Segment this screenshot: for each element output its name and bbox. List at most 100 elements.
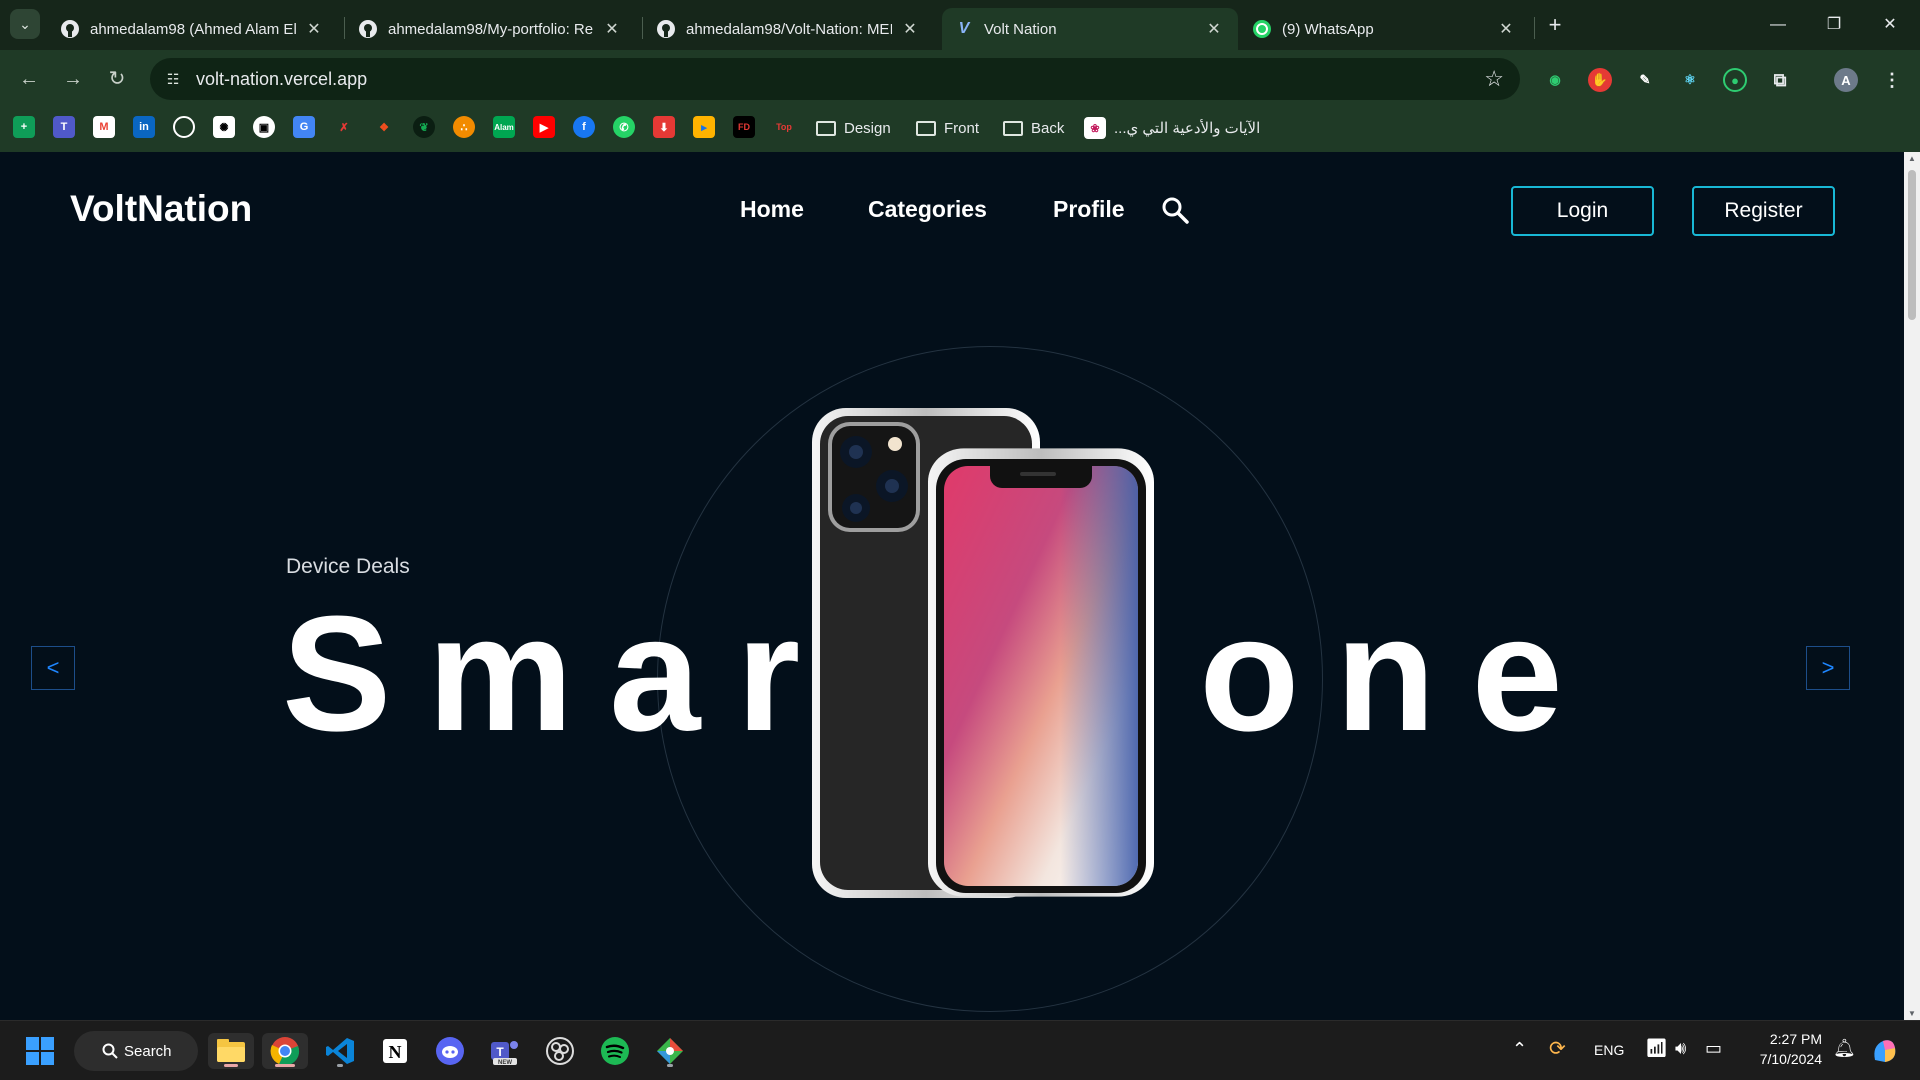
notification-bell-icon[interactable]: 🔔︎ [1833,1038,1856,1059]
tab-separator [642,17,643,39]
site-logo[interactable]: VoltNation [70,188,252,230]
minimize-button[interactable]: — [1750,8,1806,42]
running-indicator [667,1064,673,1067]
wifi-icon[interactable]: 📶︎ [1645,1038,1668,1059]
triangle-bookmark-icon[interactable]: ∴ [453,116,475,138]
site-info-icon[interactable]: ☷ [162,68,184,90]
profile-avatar[interactable]: A [1834,68,1858,92]
folder-label: Front [944,119,980,137]
search-icon[interactable] [1161,196,1189,224]
obs-icon[interactable] [542,1033,578,1069]
facebook-bookmark-icon[interactable]: f [573,116,595,138]
linkedin-bookmark-icon[interactable]: in [133,116,155,138]
close-icon[interactable]: ✕ [1204,19,1224,39]
taskbar-search[interactable]: Search [74,1031,198,1071]
bookmark-folder-back[interactable]: Back [1003,116,1064,140]
vscode-icon[interactable] [322,1033,358,1069]
folder-label: Back [1031,119,1065,137]
close-icon[interactable]: ✕ [602,19,622,39]
tab-github-portfolio[interactable]: ahmedalam98/My-portfolio: Re ✕ [346,8,636,50]
snipping-tool-icon[interactable] [652,1033,688,1069]
page-scrollbar[interactable]: ▲ ▼ [1904,152,1920,1020]
slider-prev-button[interactable]: < [31,646,75,690]
nav-categories[interactable]: Categories [868,196,987,223]
login-button[interactable]: Login [1511,186,1654,236]
youtube-bookmark-icon[interactable]: ▶ [533,116,555,138]
new-tab-button[interactable]: + [1540,12,1570,38]
tab-whatsapp[interactable]: (9) WhatsApp ✕ [1240,8,1530,50]
tab-title: ahmedalam98 (Ahmed Alam El [90,20,296,38]
menu-kebab-icon[interactable]: ⋮ [1880,68,1904,92]
sync-icon[interactable]: ⟳ [1549,1036,1566,1061]
whatsapp-bookmark-icon[interactable]: ✆ [613,116,635,138]
github-bookmark-icon[interactable] [173,116,195,138]
back-button[interactable]: ← [14,64,44,94]
language-indicator[interactable]: ENG [1594,1042,1624,1058]
scroll-down-arrow[interactable]: ▼ [1907,1009,1917,1018]
gmail-bookmark-icon[interactable]: M [93,116,115,138]
top-bookmark-icon[interactable]: Top [773,116,795,138]
react-extension-icon[interactable]: ⚛ [1678,68,1702,92]
download-bookmark-icon[interactable]: ⬇ [653,116,675,138]
nav-profile[interactable]: Profile [1053,196,1125,223]
bookmark-arabic[interactable]: ❀ الآيات والأدعية التي ي... [1084,116,1260,140]
alam-bookmark-icon[interactable]: Alam [493,116,515,138]
tab-title: ahmedalam98/Volt-Nation: MEI [686,20,892,38]
record-extension-icon[interactable]: ● [1723,68,1747,92]
notion-icon[interactable]: N [377,1033,413,1069]
volume-icon[interactable]: 🔊︎ [1675,1038,1686,1059]
url-text[interactable]: volt-nation.vercel.app [196,69,367,90]
bot-bookmark-icon[interactable]: ▣ [253,116,275,138]
tray-overflow-chevron-icon[interactable]: ⌃ [1512,1039,1527,1060]
tab-github-voltnation[interactable]: ahmedalam98/Volt-Nation: MEI ✕ [644,8,934,50]
close-icon[interactable]: ✕ [1496,19,1516,39]
copilot-icon[interactable] [1866,1033,1902,1069]
tab-volt-nation[interactable]: V Volt Nation ✕ [942,8,1238,50]
slider-next-button[interactable]: > [1806,646,1850,690]
figma-bookmark-icon[interactable]: ❖ [373,116,395,138]
teams-bookmark-icon[interactable]: T [53,116,75,138]
search-icon [102,1043,118,1059]
address-bar[interactable]: ☷ volt-nation.vercel.app ☆ [150,58,1520,100]
hand-extension-icon[interactable]: ✋ [1588,68,1612,92]
clock-date[interactable]: 7/10/2024 [1743,1051,1822,1067]
bookmark-star-icon[interactable]: ☆ [1484,66,1504,92]
mongodb-bookmark-icon[interactable]: ❦ [413,116,435,138]
eye-extension-icon[interactable]: ◉ [1543,68,1567,92]
page-viewport: VoltNation Home Categories Profile Login… [0,152,1920,1020]
pin-bookmark-icon[interactable]: ✗ [333,116,355,138]
register-button[interactable]: Register [1692,186,1835,236]
restore-button[interactable]: ❐ [1806,8,1862,42]
colorpicker-extension-icon[interactable]: ✎ [1633,68,1657,92]
bookmark-folder-design[interactable]: Design [816,116,891,140]
quran-bookmark-icon: ❀ [1084,117,1106,139]
chrome-icon[interactable] [262,1033,308,1069]
discord-icon[interactable] [432,1033,468,1069]
teams-icon[interactable]: T NEW [487,1033,523,1069]
scroll-thumb[interactable] [1908,170,1916,320]
file-explorer-icon[interactable] [208,1033,254,1069]
spotify-icon[interactable] [597,1033,633,1069]
fd-bookmark-icon[interactable]: FD [733,116,755,138]
close-icon[interactable]: ✕ [304,19,324,39]
close-window-button[interactable]: ✕ [1862,8,1918,42]
nav-home[interactable]: Home [740,196,804,223]
volt-icon: V [958,20,970,37]
close-icon[interactable]: ✕ [900,19,920,39]
running-indicator [275,1064,295,1067]
scroll-up-arrow[interactable]: ▲ [1907,154,1917,163]
taskbar-search-label: Search [124,1042,172,1060]
windows-start-icon[interactable] [22,1033,58,1069]
clock-time[interactable]: 2:27 PM [1760,1031,1822,1047]
sheets-bookmark-icon[interactable]: + [13,116,35,138]
extensions-puzzle-icon[interactable]: ⧉ [1768,68,1792,92]
tab-search-button[interactable]: ⌄ [10,9,40,39]
chatgpt-bookmark-icon[interactable]: ✺ [213,116,235,138]
bookmark-folder-front[interactable]: Front [916,116,979,140]
battery-icon[interactable]: ▭ [1705,1038,1722,1059]
play-bookmark-icon[interactable]: ▸ [693,116,715,138]
forward-button[interactable]: → [58,64,88,94]
reload-button[interactable]: ↻ [102,64,132,94]
translate-bookmark-icon[interactable]: G [293,116,315,138]
tab-github-profile[interactable]: ahmedalam98 (Ahmed Alam El ✕ [48,8,338,50]
